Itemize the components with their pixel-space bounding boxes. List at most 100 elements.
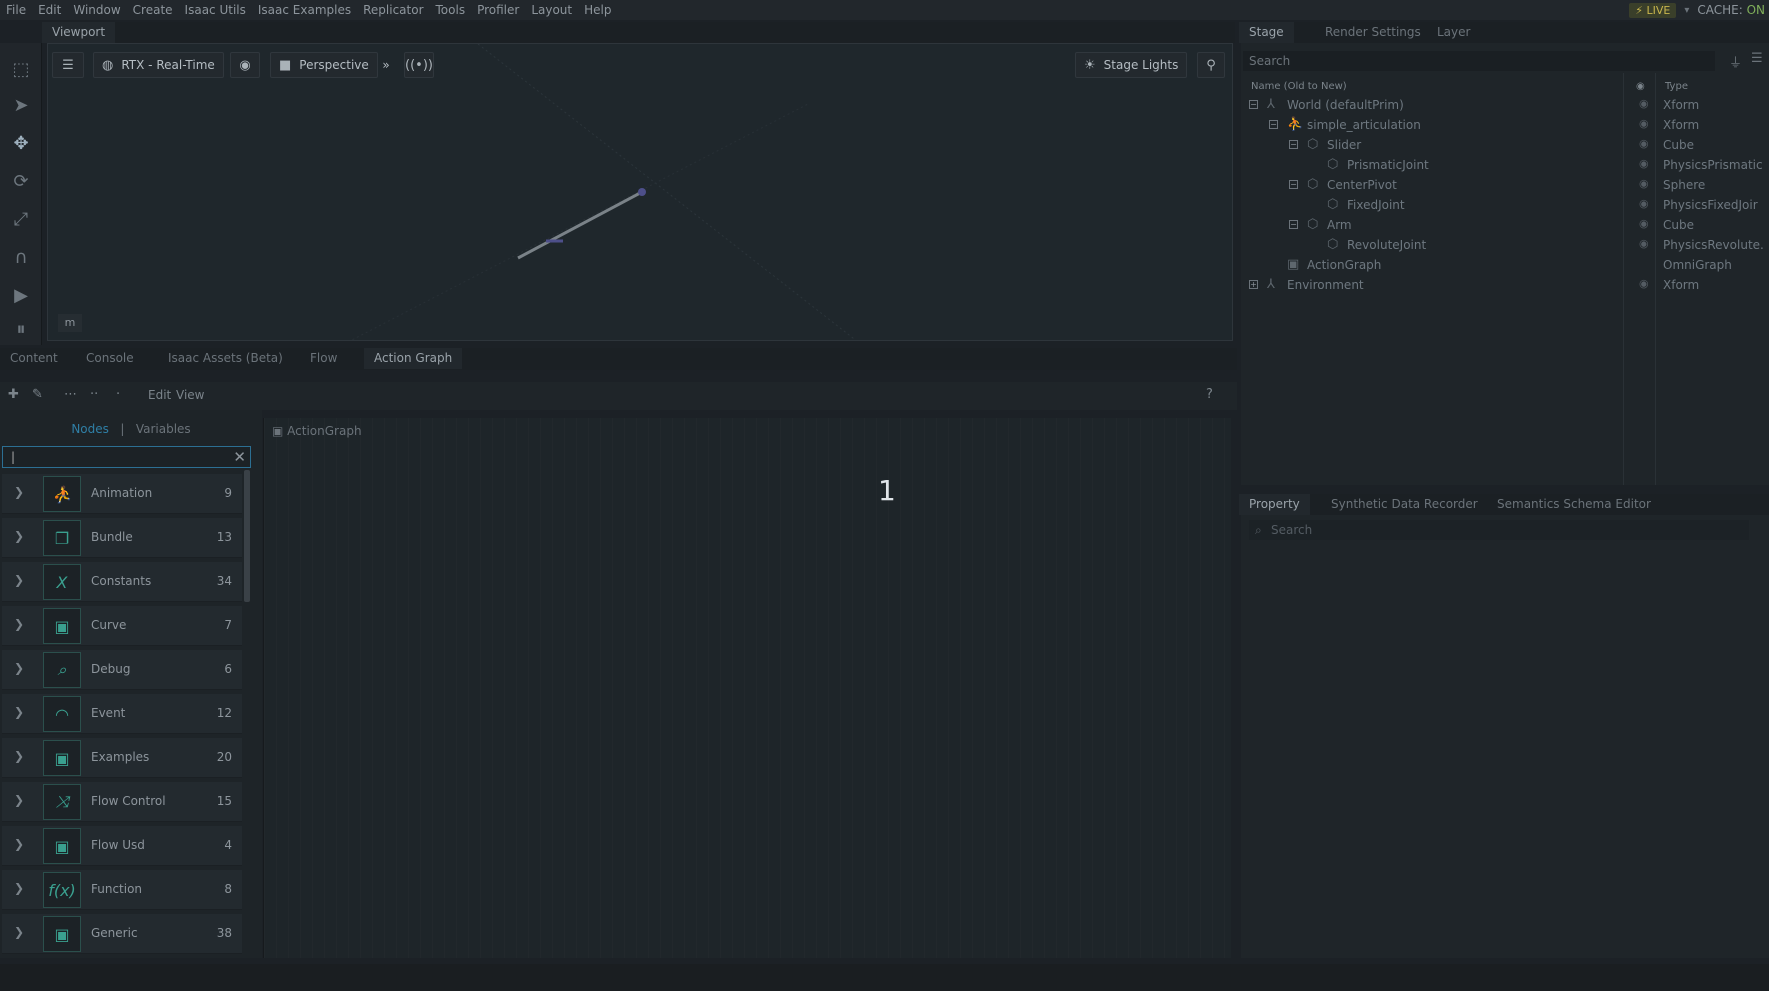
tab-semantics-schema-editor[interactable]: Semantics Schema Editor <box>1487 494 1661 515</box>
articulation-arm[interactable] <box>517 190 643 260</box>
graph-breadcrumb[interactable]: ▣ ActionGraph <box>272 424 362 438</box>
tab-isaac-assets[interactable]: Isaac Assets (Beta) <box>158 348 293 369</box>
stage-row[interactable]: − ⅄ World (defaultPrim) ◉ Xform <box>1243 95 1769 115</box>
tab-stage[interactable]: Stage <box>1239 22 1294 43</box>
visibility-eye-icon[interactable]: ◉ <box>1639 137 1649 150</box>
stage-row[interactable]: − ⬡ Slider ◉ Cube <box>1243 135 1769 155</box>
menu-isaac-examples[interactable]: Isaac Examples <box>252 3 357 17</box>
nodes-scrollbar[interactable] <box>244 470 250 602</box>
stage-search-input[interactable]: Search <box>1243 51 1715 71</box>
stage-row[interactable]: ⬡ FixedJoint ◉ PhysicsFixedJoir <box>1243 195 1769 215</box>
layout-icon[interactable]: ⋯ <box>64 387 77 402</box>
filter-icon[interactable]: ⏚ <box>1729 52 1742 71</box>
play-icon[interactable]: ▶ <box>7 281 35 309</box>
menu-layout[interactable]: Layout <box>525 3 578 17</box>
category-event[interactable]: ❯ ◠ Event 12 <box>2 694 242 734</box>
tab-variables[interactable]: Variables <box>136 422 191 436</box>
chevron-right-icon[interactable]: ❯ <box>14 793 24 807</box>
select-arrow-icon[interactable]: ➤ <box>7 91 35 119</box>
expand-toggle-icon[interactable]: − <box>1289 140 1298 149</box>
pause-icon[interactable]: ⏸ <box>7 315 35 343</box>
category-flow-control[interactable]: ❯ ⤨ Flow Control 15 <box>2 782 242 822</box>
category-examples[interactable]: ❯ ▣ Examples 20 <box>2 738 242 778</box>
select-box-icon[interactable]: ⬚ <box>7 55 35 83</box>
menu-profiler[interactable]: Profiler <box>471 3 525 17</box>
chevron-right-icon[interactable]: ❯ <box>14 529 24 543</box>
chevron-right-icon[interactable]: ❯ <box>14 837 24 851</box>
live-button[interactable]: ⚡ LIVE <box>1629 2 1677 18</box>
move-icon[interactable]: ✥ <box>7 129 35 157</box>
node-search-input[interactable]: | ✕ <box>2 446 251 468</box>
menu-file[interactable]: File <box>0 3 32 17</box>
graph-canvas[interactable]: ▣ ActionGraph 1 <box>263 418 1231 958</box>
stage-row[interactable]: ⬡ PrismaticJoint ◉ PhysicsPrismatic <box>1243 155 1769 175</box>
stage-row[interactable]: − ⬡ Arm ◉ Cube <box>1243 215 1769 235</box>
visibility-eye-icon[interactable]: ◉ <box>1639 197 1649 210</box>
category-curve[interactable]: ❯ ▣ Curve 7 <box>2 606 242 646</box>
menu-isaac-utils[interactable]: Isaac Utils <box>179 3 252 17</box>
category-animation[interactable]: ❯ ⛹ Animation 9 <box>2 474 242 514</box>
tab-nodes[interactable]: Nodes <box>71 422 109 436</box>
chevron-right-icon[interactable]: ❯ <box>14 485 24 499</box>
category-function[interactable]: ❯ f(x) Function 8 <box>2 870 242 910</box>
category-constants[interactable]: ❯ X Constants 34 <box>2 562 242 602</box>
tab-console[interactable]: Console <box>76 348 144 369</box>
visibility-eye-icon[interactable]: ◉ <box>1639 97 1649 110</box>
visibility-eye-icon[interactable]: ◉ <box>1639 157 1649 170</box>
visibility-eye-icon[interactable]: ◉ <box>1639 237 1649 250</box>
chevron-right-icon[interactable]: ❯ <box>14 925 24 939</box>
type-column-header[interactable]: Type <box>1665 81 1688 92</box>
stage-row[interactable]: − ⛹ simple_articulation ◉ Xform <box>1243 115 1769 135</box>
stage-row[interactable]: ▣ ActionGraph OmniGraph <box>1243 255 1769 275</box>
rotate-icon[interactable]: ⟳ <box>7 167 35 195</box>
stage-row[interactable]: + ⅄ Environment ◉ Xform <box>1243 275 1769 295</box>
visibility-eye-icon[interactable]: ◉ <box>1639 217 1649 230</box>
scale-icon[interactable]: ⤢ <box>7 205 35 233</box>
tab-property[interactable]: Property <box>1239 494 1310 515</box>
visibility-eye-icon[interactable]: ◉ <box>1639 177 1649 190</box>
property-search-input[interactable]: ⌕ Search <box>1249 520 1749 540</box>
visibility-eye-icon[interactable]: ◉ <box>1639 117 1649 130</box>
menu-tools[interactable]: Tools <box>430 3 472 17</box>
expand-toggle-icon[interactable]: − <box>1269 120 1278 129</box>
pencil-icon[interactable]: ✎ <box>32 387 43 402</box>
options-icon[interactable]: ☰ <box>1751 51 1763 66</box>
dot-icon[interactable]: · <box>116 387 120 402</box>
snap-icon[interactable]: ∩ <box>7 243 35 271</box>
category-debug[interactable]: ❯ ⌕ Debug 6 <box>2 650 242 690</box>
expand-toggle-icon[interactable]: − <box>1289 180 1298 189</box>
menu-edit[interactable]: Edit <box>32 3 67 17</box>
dots-icon[interactable]: ·· <box>90 387 98 402</box>
visibility-eye-icon[interactable]: ◉ <box>1639 277 1649 290</box>
stage-row[interactable]: − ⬡ CenterPivot ◉ Sphere <box>1243 175 1769 195</box>
category-bundle[interactable]: ❯ ❐ Bundle 13 <box>2 518 242 558</box>
view-menu[interactable]: View <box>176 388 204 402</box>
live-dropdown-icon[interactable]: ▾ <box>1684 5 1689 16</box>
expand-toggle-icon[interactable]: + <box>1249 280 1258 289</box>
expand-toggle-icon[interactable]: − <box>1289 220 1298 229</box>
tab-action-graph[interactable]: Action Graph <box>364 348 463 369</box>
menu-window[interactable]: Window <box>67 3 126 17</box>
viewport[interactable]: ☰ ◍ RTX - Real-Time ◉ ■ Perspective » ((•)… <box>47 43 1233 341</box>
tab-viewport[interactable]: Viewport <box>42 22 116 43</box>
menu-create[interactable]: Create <box>127 3 179 17</box>
expand-toggle-icon[interactable]: − <box>1249 100 1258 109</box>
tab-synthetic-data-recorder[interactable]: Synthetic Data Recorder <box>1321 494 1488 515</box>
menu-replicator[interactable]: Replicator <box>357 3 429 17</box>
stage-row[interactable]: ⬡ RevoluteJoint ◉ PhysicsRevolute. <box>1243 235 1769 255</box>
chevron-right-icon[interactable]: ❯ <box>14 617 24 631</box>
menu-help[interactable]: Help <box>578 3 617 17</box>
tab-flow[interactable]: Flow <box>300 348 347 369</box>
add-icon[interactable]: ✚ <box>8 387 19 402</box>
tab-layer[interactable]: Layer <box>1427 22 1480 43</box>
chevron-right-icon[interactable]: ❯ <box>14 705 24 719</box>
edit-menu[interactable]: Edit <box>148 388 171 402</box>
tab-content[interactable]: Content <box>0 348 68 369</box>
category-generic[interactable]: ❯ ▣ Generic 38 <box>2 914 242 954</box>
pivot-marker[interactable] <box>638 188 646 196</box>
chevron-right-icon[interactable]: ❯ <box>14 573 24 587</box>
help-icon[interactable]: ? <box>1206 387 1213 402</box>
clear-search-icon[interactable]: ✕ <box>233 447 246 467</box>
name-column-header[interactable]: Name (Old to New) <box>1251 81 1347 92</box>
tab-render-settings[interactable]: Render Settings <box>1315 22 1431 43</box>
